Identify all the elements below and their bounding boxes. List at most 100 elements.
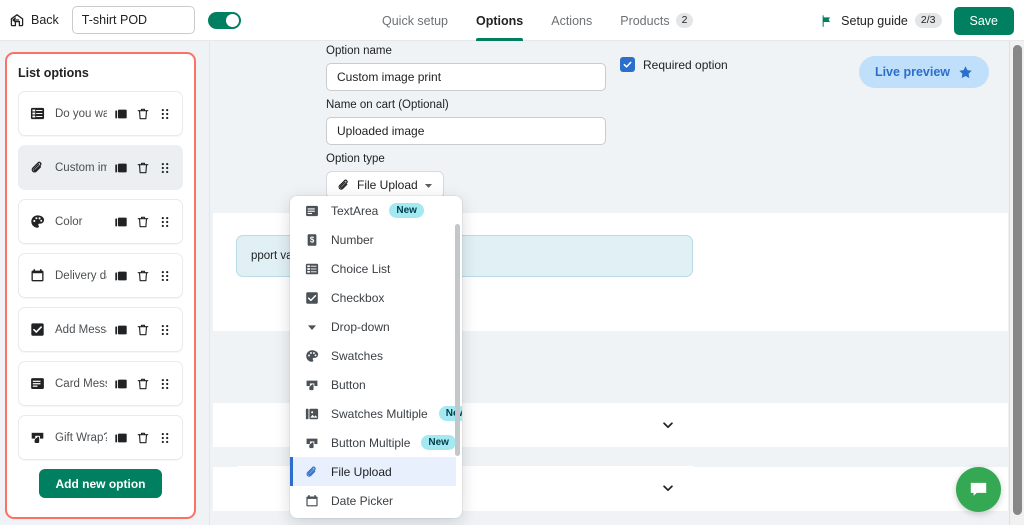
choice-list-icon bbox=[29, 106, 45, 122]
dropdown-item-label: Swatches bbox=[331, 348, 384, 363]
dropdown-item-choice-list[interactable]: Choice List bbox=[290, 254, 456, 283]
sidebar-item-label: Gift Wrap? bbox=[55, 431, 107, 444]
sidebar-item-do-you-want[interactable]: Do you want ... bbox=[18, 91, 183, 136]
delete-icon[interactable] bbox=[135, 376, 151, 392]
sidebar-item-card-message[interactable]: Card Messag... bbox=[18, 361, 183, 406]
dropdown-item-label: Number bbox=[331, 232, 374, 247]
drag-handle-icon[interactable] bbox=[157, 160, 173, 176]
sidebar-item-label: Delivery date bbox=[55, 269, 107, 282]
drag-handle-icon[interactable] bbox=[157, 430, 173, 446]
required-option-checkbox[interactable] bbox=[620, 57, 635, 72]
sidebar-item-label: Custom imag... bbox=[55, 161, 107, 174]
chat-support-button[interactable] bbox=[956, 467, 1001, 512]
paperclip-icon bbox=[29, 160, 45, 176]
svg-text:$: $ bbox=[310, 235, 315, 244]
duplicate-icon[interactable] bbox=[113, 268, 129, 284]
dropdown-scrollbar[interactable] bbox=[454, 200, 460, 514]
required-option-label: Required option bbox=[643, 57, 728, 72]
caret-down-icon bbox=[304, 319, 320, 335]
option-type-select[interactable]: File Upload bbox=[326, 171, 444, 199]
delete-icon[interactable] bbox=[135, 214, 151, 230]
dropdown-item-drop-down[interactable]: Drop-down bbox=[290, 312, 456, 341]
tab-label: Products bbox=[620, 13, 670, 28]
required-option-row[interactable]: Required option bbox=[620, 57, 728, 72]
tab-products[interactable]: Products 2 bbox=[606, 0, 707, 41]
sidebar-item-gift-wrap[interactable]: Gift Wrap? bbox=[18, 415, 183, 460]
dropdown-item-textarea[interactable]: TextArea New bbox=[290, 196, 456, 225]
sidebar-item-custom-image[interactable]: Custom imag... bbox=[18, 145, 183, 190]
dropdown-item-date-picker[interactable]: Date Picker bbox=[290, 486, 456, 515]
option-type-label: Option type bbox=[326, 153, 385, 165]
add-new-option-button[interactable]: Add new option bbox=[38, 469, 163, 498]
page-scrollbar[interactable] bbox=[1009, 41, 1024, 525]
dropdown-item-file-upload[interactable]: File Upload bbox=[290, 457, 456, 486]
save-button[interactable]: Save bbox=[953, 6, 1014, 35]
sidebar-item-label: Color bbox=[55, 215, 83, 228]
option-set-title-input[interactable] bbox=[71, 6, 195, 34]
image-icon bbox=[304, 406, 320, 422]
delete-icon[interactable] bbox=[135, 268, 151, 284]
setup-guide-button[interactable]: Setup guide 2/3 bbox=[820, 13, 942, 28]
palette-icon bbox=[304, 348, 320, 364]
name-on-cart-label: Name on cart (Optional) bbox=[326, 99, 449, 111]
delete-icon[interactable] bbox=[135, 430, 151, 446]
drag-handle-icon[interactable] bbox=[157, 106, 173, 122]
tab-actions[interactable]: Actions bbox=[537, 0, 606, 41]
dropdown-scrollbar-thumb[interactable] bbox=[455, 224, 460, 456]
top-bar: Back Quick setup Options Actions Product… bbox=[0, 0, 1024, 41]
duplicate-icon[interactable] bbox=[113, 106, 129, 122]
textarea-icon bbox=[29, 376, 45, 392]
name-on-cart-input[interactable] bbox=[326, 117, 606, 145]
flag-icon bbox=[820, 14, 834, 28]
sidebar-item-label: Do you want ... bbox=[55, 107, 107, 120]
duplicate-icon[interactable] bbox=[113, 430, 129, 446]
page-scrollbar-thumb[interactable] bbox=[1013, 45, 1022, 515]
chevron-down-icon[interactable] bbox=[661, 418, 675, 432]
setup-guide-label: Setup guide bbox=[841, 13, 908, 28]
duplicate-icon[interactable] bbox=[113, 376, 129, 392]
products-count-badge: 2 bbox=[675, 13, 694, 28]
caret-down-icon bbox=[424, 181, 433, 190]
dropdown-item-button-multiple[interactable]: Button Multiple New bbox=[290, 428, 456, 457]
dropdown-item-label: Button bbox=[331, 377, 366, 392]
dropdown-item-swatches-multiple[interactable]: Swatches Multiple New bbox=[290, 399, 462, 428]
sidebar-item-delivery-date[interactable]: Delivery date bbox=[18, 253, 183, 298]
dropdown-item-label: Choice List bbox=[331, 261, 391, 276]
button-icon bbox=[304, 435, 320, 451]
dropdown-item-number[interactable]: $ Number bbox=[290, 225, 456, 254]
drag-handle-icon[interactable] bbox=[157, 214, 173, 230]
new-badge: New bbox=[389, 203, 424, 218]
option-name-input[interactable] bbox=[326, 63, 606, 91]
new-badge: New bbox=[421, 435, 456, 450]
duplicate-icon[interactable] bbox=[113, 322, 129, 338]
duplicate-icon[interactable] bbox=[113, 214, 129, 230]
option-type-value: File Upload bbox=[357, 178, 418, 192]
delete-icon[interactable] bbox=[135, 160, 151, 176]
live-preview-button[interactable]: Live preview bbox=[858, 56, 989, 88]
back-arrow-icon bbox=[9, 12, 25, 28]
drag-handle-icon[interactable] bbox=[157, 376, 173, 392]
dropdown-item-label: Drop-down bbox=[331, 319, 390, 334]
tab-quick-setup[interactable]: Quick setup bbox=[368, 0, 462, 41]
option-type-list: TextArea New $ Number Choice List Checkb… bbox=[290, 196, 462, 518]
drag-handle-icon[interactable] bbox=[157, 322, 173, 338]
paperclip-icon bbox=[337, 178, 351, 192]
dropdown-item-button[interactable]: Button bbox=[290, 370, 456, 399]
tab-label: Options bbox=[476, 13, 524, 28]
back-button[interactable]: Back bbox=[9, 12, 59, 28]
dropdown-item-swatches[interactable]: Swatches bbox=[290, 341, 456, 370]
delete-icon[interactable] bbox=[135, 322, 151, 338]
textarea-icon bbox=[304, 203, 320, 219]
checkbox-icon bbox=[29, 322, 45, 338]
tab-options[interactable]: Options bbox=[462, 0, 537, 41]
star-icon bbox=[958, 65, 973, 80]
dropdown-item-checkbox[interactable]: Checkbox bbox=[290, 283, 456, 312]
duplicate-icon[interactable] bbox=[113, 160, 129, 176]
chevron-down-icon[interactable] bbox=[661, 481, 675, 495]
option-set-enabled-toggle[interactable] bbox=[207, 11, 241, 29]
delete-icon[interactable] bbox=[135, 106, 151, 122]
sidebar-item-add-message[interactable]: Add Message? bbox=[18, 307, 183, 352]
sidebar-item-color[interactable]: Color bbox=[18, 199, 183, 244]
drag-handle-icon[interactable] bbox=[157, 268, 173, 284]
name-on-cart-field: Name on cart (Optional) bbox=[326, 99, 606, 145]
